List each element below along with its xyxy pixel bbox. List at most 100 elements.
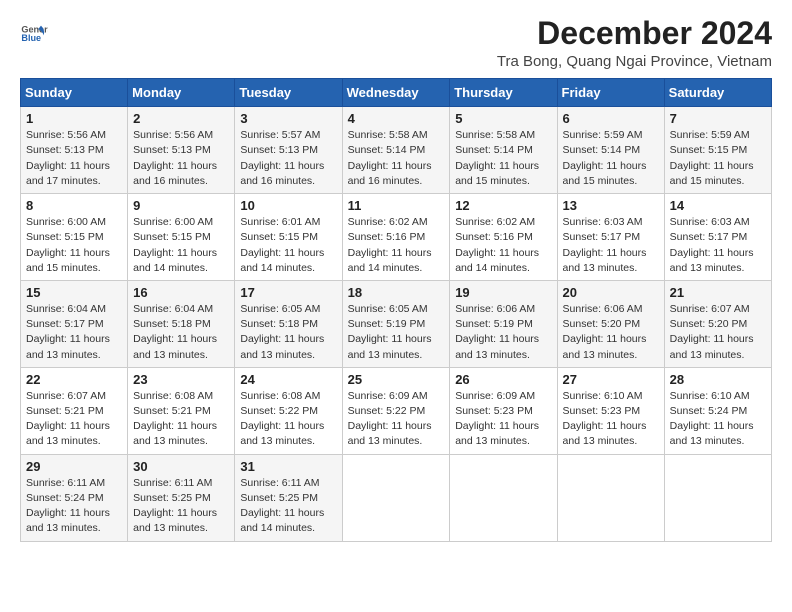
- calendar-cell: 17 Sunrise: 6:05 AM Sunset: 5:18 PM Dayl…: [235, 280, 342, 367]
- day-number: 20: [563, 285, 659, 300]
- day-number: 9: [133, 198, 229, 213]
- calendar-cell: 6 Sunrise: 5:59 AM Sunset: 5:14 PM Dayli…: [557, 107, 664, 194]
- day-info: Sunrise: 6:11 AM Sunset: 5:24 PM Dayligh…: [26, 476, 122, 537]
- calendar-week-row: 29 Sunrise: 6:11 AM Sunset: 5:24 PM Dayl…: [21, 454, 772, 541]
- calendar-cell: 16 Sunrise: 6:04 AM Sunset: 5:18 PM Dayl…: [128, 280, 235, 367]
- day-number: 14: [670, 198, 766, 213]
- day-info: Sunrise: 6:03 AM Sunset: 5:17 PM Dayligh…: [563, 215, 659, 276]
- logo-icon: General Blue: [20, 20, 48, 48]
- calendar-cell: 5 Sunrise: 5:58 AM Sunset: 5:14 PM Dayli…: [450, 107, 557, 194]
- calendar-cell: 7 Sunrise: 5:59 AM Sunset: 5:15 PM Dayli…: [664, 107, 771, 194]
- calendar-cell: 20 Sunrise: 6:06 AM Sunset: 5:20 PM Dayl…: [557, 280, 664, 367]
- day-number: 1: [26, 111, 122, 126]
- calendar-cell: [664, 454, 771, 541]
- day-info: Sunrise: 6:00 AM Sunset: 5:15 PM Dayligh…: [133, 215, 229, 276]
- day-info: Sunrise: 6:06 AM Sunset: 5:20 PM Dayligh…: [563, 302, 659, 363]
- calendar-cell: 18 Sunrise: 6:05 AM Sunset: 5:19 PM Dayl…: [342, 280, 450, 367]
- calendar-cell: 4 Sunrise: 5:58 AM Sunset: 5:14 PM Dayli…: [342, 107, 450, 194]
- calendar-cell: 15 Sunrise: 6:04 AM Sunset: 5:17 PM Dayl…: [21, 280, 128, 367]
- day-number: 29: [26, 459, 122, 474]
- calendar-cell: 9 Sunrise: 6:00 AM Sunset: 5:15 PM Dayli…: [128, 194, 235, 281]
- calendar-table: SundayMondayTuesdayWednesdayThursdayFrid…: [20, 78, 772, 541]
- day-number: 28: [670, 372, 766, 387]
- day-info: Sunrise: 6:03 AM Sunset: 5:17 PM Dayligh…: [670, 215, 766, 276]
- month-title: December 2024: [497, 16, 772, 51]
- calendar-week-row: 15 Sunrise: 6:04 AM Sunset: 5:17 PM Dayl…: [21, 280, 772, 367]
- calendar-cell: 14 Sunrise: 6:03 AM Sunset: 5:17 PM Dayl…: [664, 194, 771, 281]
- calendar-header-friday: Friday: [557, 79, 664, 107]
- day-info: Sunrise: 5:57 AM Sunset: 5:13 PM Dayligh…: [240, 128, 336, 189]
- calendar-cell: 8 Sunrise: 6:00 AM Sunset: 5:15 PM Dayli…: [21, 194, 128, 281]
- calendar-cell: 28 Sunrise: 6:10 AM Sunset: 5:24 PM Dayl…: [664, 367, 771, 454]
- day-number: 22: [26, 372, 122, 387]
- day-number: 11: [348, 198, 445, 213]
- calendar-cell: 25 Sunrise: 6:09 AM Sunset: 5:22 PM Dayl…: [342, 367, 450, 454]
- day-info: Sunrise: 6:10 AM Sunset: 5:23 PM Dayligh…: [563, 389, 659, 450]
- calendar-week-row: 22 Sunrise: 6:07 AM Sunset: 5:21 PM Dayl…: [21, 367, 772, 454]
- calendar-cell: 3 Sunrise: 5:57 AM Sunset: 5:13 PM Dayli…: [235, 107, 342, 194]
- day-number: 18: [348, 285, 445, 300]
- location-title: Tra Bong, Quang Ngai Province, Vietnam: [497, 53, 772, 70]
- day-number: 27: [563, 372, 659, 387]
- day-number: 24: [240, 372, 336, 387]
- day-info: Sunrise: 6:04 AM Sunset: 5:17 PM Dayligh…: [26, 302, 122, 363]
- day-number: 26: [455, 372, 551, 387]
- day-info: Sunrise: 6:05 AM Sunset: 5:19 PM Dayligh…: [348, 302, 445, 363]
- calendar-cell: 31 Sunrise: 6:11 AM Sunset: 5:25 PM Dayl…: [235, 454, 342, 541]
- svg-text:Blue: Blue: [21, 33, 41, 43]
- calendar-header-monday: Monday: [128, 79, 235, 107]
- day-info: Sunrise: 6:07 AM Sunset: 5:21 PM Dayligh…: [26, 389, 122, 450]
- calendar-header-thursday: Thursday: [450, 79, 557, 107]
- day-number: 15: [26, 285, 122, 300]
- calendar-header-wednesday: Wednesday: [342, 79, 450, 107]
- calendar-cell: 19 Sunrise: 6:06 AM Sunset: 5:19 PM Dayl…: [450, 280, 557, 367]
- calendar-cell: 27 Sunrise: 6:10 AM Sunset: 5:23 PM Dayl…: [557, 367, 664, 454]
- day-info: Sunrise: 5:56 AM Sunset: 5:13 PM Dayligh…: [26, 128, 122, 189]
- calendar-cell: 21 Sunrise: 6:07 AM Sunset: 5:20 PM Dayl…: [664, 280, 771, 367]
- day-number: 7: [670, 111, 766, 126]
- day-info: Sunrise: 6:09 AM Sunset: 5:22 PM Dayligh…: [348, 389, 445, 450]
- day-info: Sunrise: 5:56 AM Sunset: 5:13 PM Dayligh…: [133, 128, 229, 189]
- calendar-cell: 30 Sunrise: 6:11 AM Sunset: 5:25 PM Dayl…: [128, 454, 235, 541]
- calendar-header-tuesday: Tuesday: [235, 79, 342, 107]
- calendar-header-sunday: Sunday: [21, 79, 128, 107]
- day-info: Sunrise: 6:06 AM Sunset: 5:19 PM Dayligh…: [455, 302, 551, 363]
- day-number: 12: [455, 198, 551, 213]
- calendar-cell: 22 Sunrise: 6:07 AM Sunset: 5:21 PM Dayl…: [21, 367, 128, 454]
- calendar-header-saturday: Saturday: [664, 79, 771, 107]
- calendar-cell: 24 Sunrise: 6:08 AM Sunset: 5:22 PM Dayl…: [235, 367, 342, 454]
- day-number: 17: [240, 285, 336, 300]
- day-info: Sunrise: 6:08 AM Sunset: 5:22 PM Dayligh…: [240, 389, 336, 450]
- day-info: Sunrise: 6:08 AM Sunset: 5:21 PM Dayligh…: [133, 389, 229, 450]
- logo: General Blue: [20, 20, 52, 48]
- calendar-cell: 29 Sunrise: 6:11 AM Sunset: 5:24 PM Dayl…: [21, 454, 128, 541]
- day-info: Sunrise: 6:00 AM Sunset: 5:15 PM Dayligh…: [26, 215, 122, 276]
- calendar-cell: 26 Sunrise: 6:09 AM Sunset: 5:23 PM Dayl…: [450, 367, 557, 454]
- calendar-cell: 12 Sunrise: 6:02 AM Sunset: 5:16 PM Dayl…: [450, 194, 557, 281]
- calendar-cell: [450, 454, 557, 541]
- calendar-header-row: SundayMondayTuesdayWednesdayThursdayFrid…: [21, 79, 772, 107]
- day-info: Sunrise: 6:01 AM Sunset: 5:15 PM Dayligh…: [240, 215, 336, 276]
- day-number: 13: [563, 198, 659, 213]
- day-info: Sunrise: 5:58 AM Sunset: 5:14 PM Dayligh…: [455, 128, 551, 189]
- calendar-cell: 23 Sunrise: 6:08 AM Sunset: 5:21 PM Dayl…: [128, 367, 235, 454]
- day-number: 23: [133, 372, 229, 387]
- title-area: December 2024 Tra Bong, Quang Ngai Provi…: [497, 16, 772, 70]
- day-number: 3: [240, 111, 336, 126]
- day-info: Sunrise: 6:10 AM Sunset: 5:24 PM Dayligh…: [670, 389, 766, 450]
- day-number: 6: [563, 111, 659, 126]
- day-number: 21: [670, 285, 766, 300]
- day-number: 25: [348, 372, 445, 387]
- day-number: 5: [455, 111, 551, 126]
- day-info: Sunrise: 5:59 AM Sunset: 5:15 PM Dayligh…: [670, 128, 766, 189]
- calendar-cell: 11 Sunrise: 6:02 AM Sunset: 5:16 PM Dayl…: [342, 194, 450, 281]
- day-info: Sunrise: 6:11 AM Sunset: 5:25 PM Dayligh…: [240, 476, 336, 537]
- day-number: 16: [133, 285, 229, 300]
- day-info: Sunrise: 6:07 AM Sunset: 5:20 PM Dayligh…: [670, 302, 766, 363]
- day-number: 10: [240, 198, 336, 213]
- day-info: Sunrise: 5:58 AM Sunset: 5:14 PM Dayligh…: [348, 128, 445, 189]
- calendar-cell: 10 Sunrise: 6:01 AM Sunset: 5:15 PM Dayl…: [235, 194, 342, 281]
- day-number: 2: [133, 111, 229, 126]
- calendar-cell: [342, 454, 450, 541]
- day-number: 30: [133, 459, 229, 474]
